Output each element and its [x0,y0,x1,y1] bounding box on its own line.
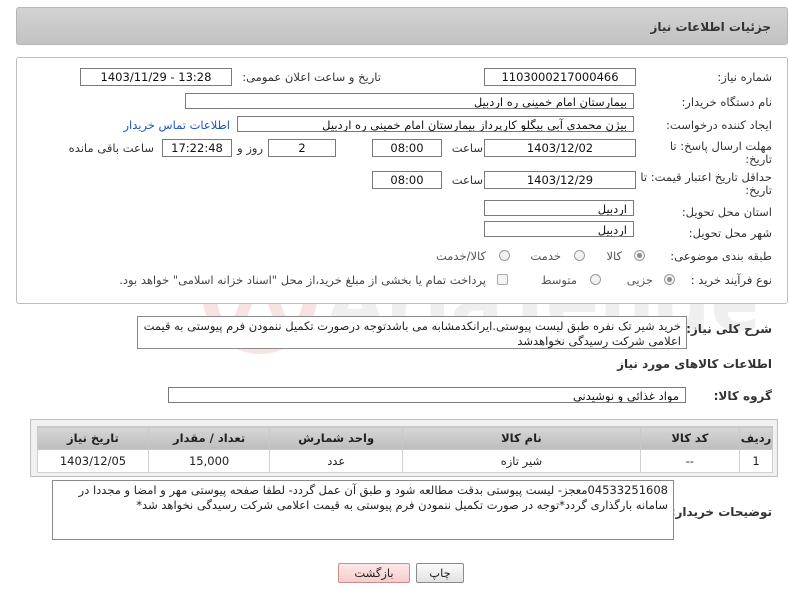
cell-code: -- [639,449,741,473]
category-radio-service[interactable] [574,250,585,261]
goods-group-field: مواد غذائی و نوشیدنی [168,387,686,403]
city-label: شهر محل تحویل: [688,226,772,240]
announce-datetime-field: 1403/11/29 - 13:28 [80,68,232,86]
buyer-notes-label: توضیحات خریدار: [670,505,772,519]
remaining-days-field: 2 [268,139,336,157]
cell-name: شیر تازه [402,449,641,473]
buyer-org-field: بیمارستان امام خمینی ره اردبیل [185,93,634,109]
reply-deadline-label-date: تاریخ: [745,152,772,166]
price-validity-label: حداقل تاریخ اعتبار قیمت: تا [640,170,772,184]
remaining-time-label: ساعت باقی مانده [68,141,154,155]
buyer-notes-text: 04533251608معجز- لیست پیوستی بدقت مطالعه… [52,480,674,540]
treasury-payment-note: پرداخت تمام یا بخشی از مبلغ خرید،از محل … [119,273,486,287]
requester-field: بیژن محمدی آبی بیگلو کارپرداز بیمارستان … [237,116,634,132]
page-header: جزئیات اطلاعات نیاز [16,7,788,45]
col-header-name: نام کالا [402,426,641,450]
price-validity-time-field: 08:00 [372,171,442,189]
process-option-medium: متوسط [540,273,577,287]
province-label: استان محل تحویل: [681,205,772,219]
city-field: اردبیل [484,221,634,237]
price-validity-time-label: ساعت [451,173,483,187]
goods-group-label: گروه کالا: [713,389,772,403]
category-radio-goods[interactable] [634,250,645,261]
requester-label: ایجاد کننده درخواست: [666,118,772,132]
price-validity-date-field: 1403/12/29 [484,171,636,189]
province-field: اردبیل [484,200,634,216]
cell-date: 1403/12/05 [37,449,149,473]
reply-deadline-time-field: 08:00 [372,139,442,157]
category-label: طبقه بندی موضوعی: [670,249,772,263]
announce-datetime-label: تاریخ و ساعت اعلان عمومی: [242,70,381,84]
goods-table-header: ردیف کد کالا نام کالا واحد شمارش تعداد /… [37,426,773,450]
buyer-contact-link[interactable]: اطلاعات تماس خریدار [123,118,230,132]
days-label: روز و [237,141,263,155]
cell-unit: عدد [269,449,404,473]
col-header-code: کد کالا [639,426,741,450]
cell-row: 1 [739,449,773,473]
col-header-unit: واحد شمارش [269,426,404,450]
reply-deadline-time-label: ساعت [451,141,483,155]
col-header-date: تاریخ نیاز [37,426,149,450]
category-option-goods: کالا [606,249,622,263]
col-header-qty: تعداد / مقدار [147,426,271,450]
page-title: جزئیات اطلاعات نیاز [650,20,771,34]
process-radio-minor[interactable] [664,274,675,285]
back-button[interactable]: بازگشت [338,563,410,583]
col-header-row: ردیف [739,426,773,450]
print-button[interactable]: چاپ [416,563,464,583]
cell-qty: 15,000 [147,449,271,473]
remaining-time-field: 17:22:48 [162,139,232,157]
category-option-service: خدمت [530,249,561,263]
goods-table: ردیف کد کالا نام کالا واحد شمارش تعداد /… [37,426,773,473]
category-radio-goods-service[interactable] [499,250,510,261]
table-row: 1 -- شیر تازه عدد 15,000 1403/12/05 [37,449,773,473]
summary-text: خرید شیر تک نفره طبق لیست پیوستی.ایرانکد… [137,316,687,349]
purchase-process-label: نوع فرآیند خرید : [690,273,772,287]
category-option-goods-service: کالا/خدمت [435,249,486,263]
need-number-label: شماره نیاز: [717,70,772,84]
buyer-org-label: نام دستگاه خریدار: [681,95,772,109]
reply-deadline-date-field: 1403/12/02 [484,139,636,157]
reply-deadline-label: مهلت ارسال پاسخ: تا [669,139,772,153]
goods-section-title: اطلاعات کالاهای مورد نیاز [617,357,772,371]
process-radio-medium[interactable] [590,274,601,285]
process-option-minor: جزیی [626,273,653,287]
price-validity-label-date: تاریخ: [745,183,772,197]
goods-table-container: ردیف کد کالا نام کالا واحد شمارش تعداد /… [30,419,778,477]
treasury-payment-checkbox[interactable] [497,274,508,285]
summary-label: شرح کلی نیاز: [686,322,772,336]
need-number-field: 1103000217000466 [484,68,636,86]
